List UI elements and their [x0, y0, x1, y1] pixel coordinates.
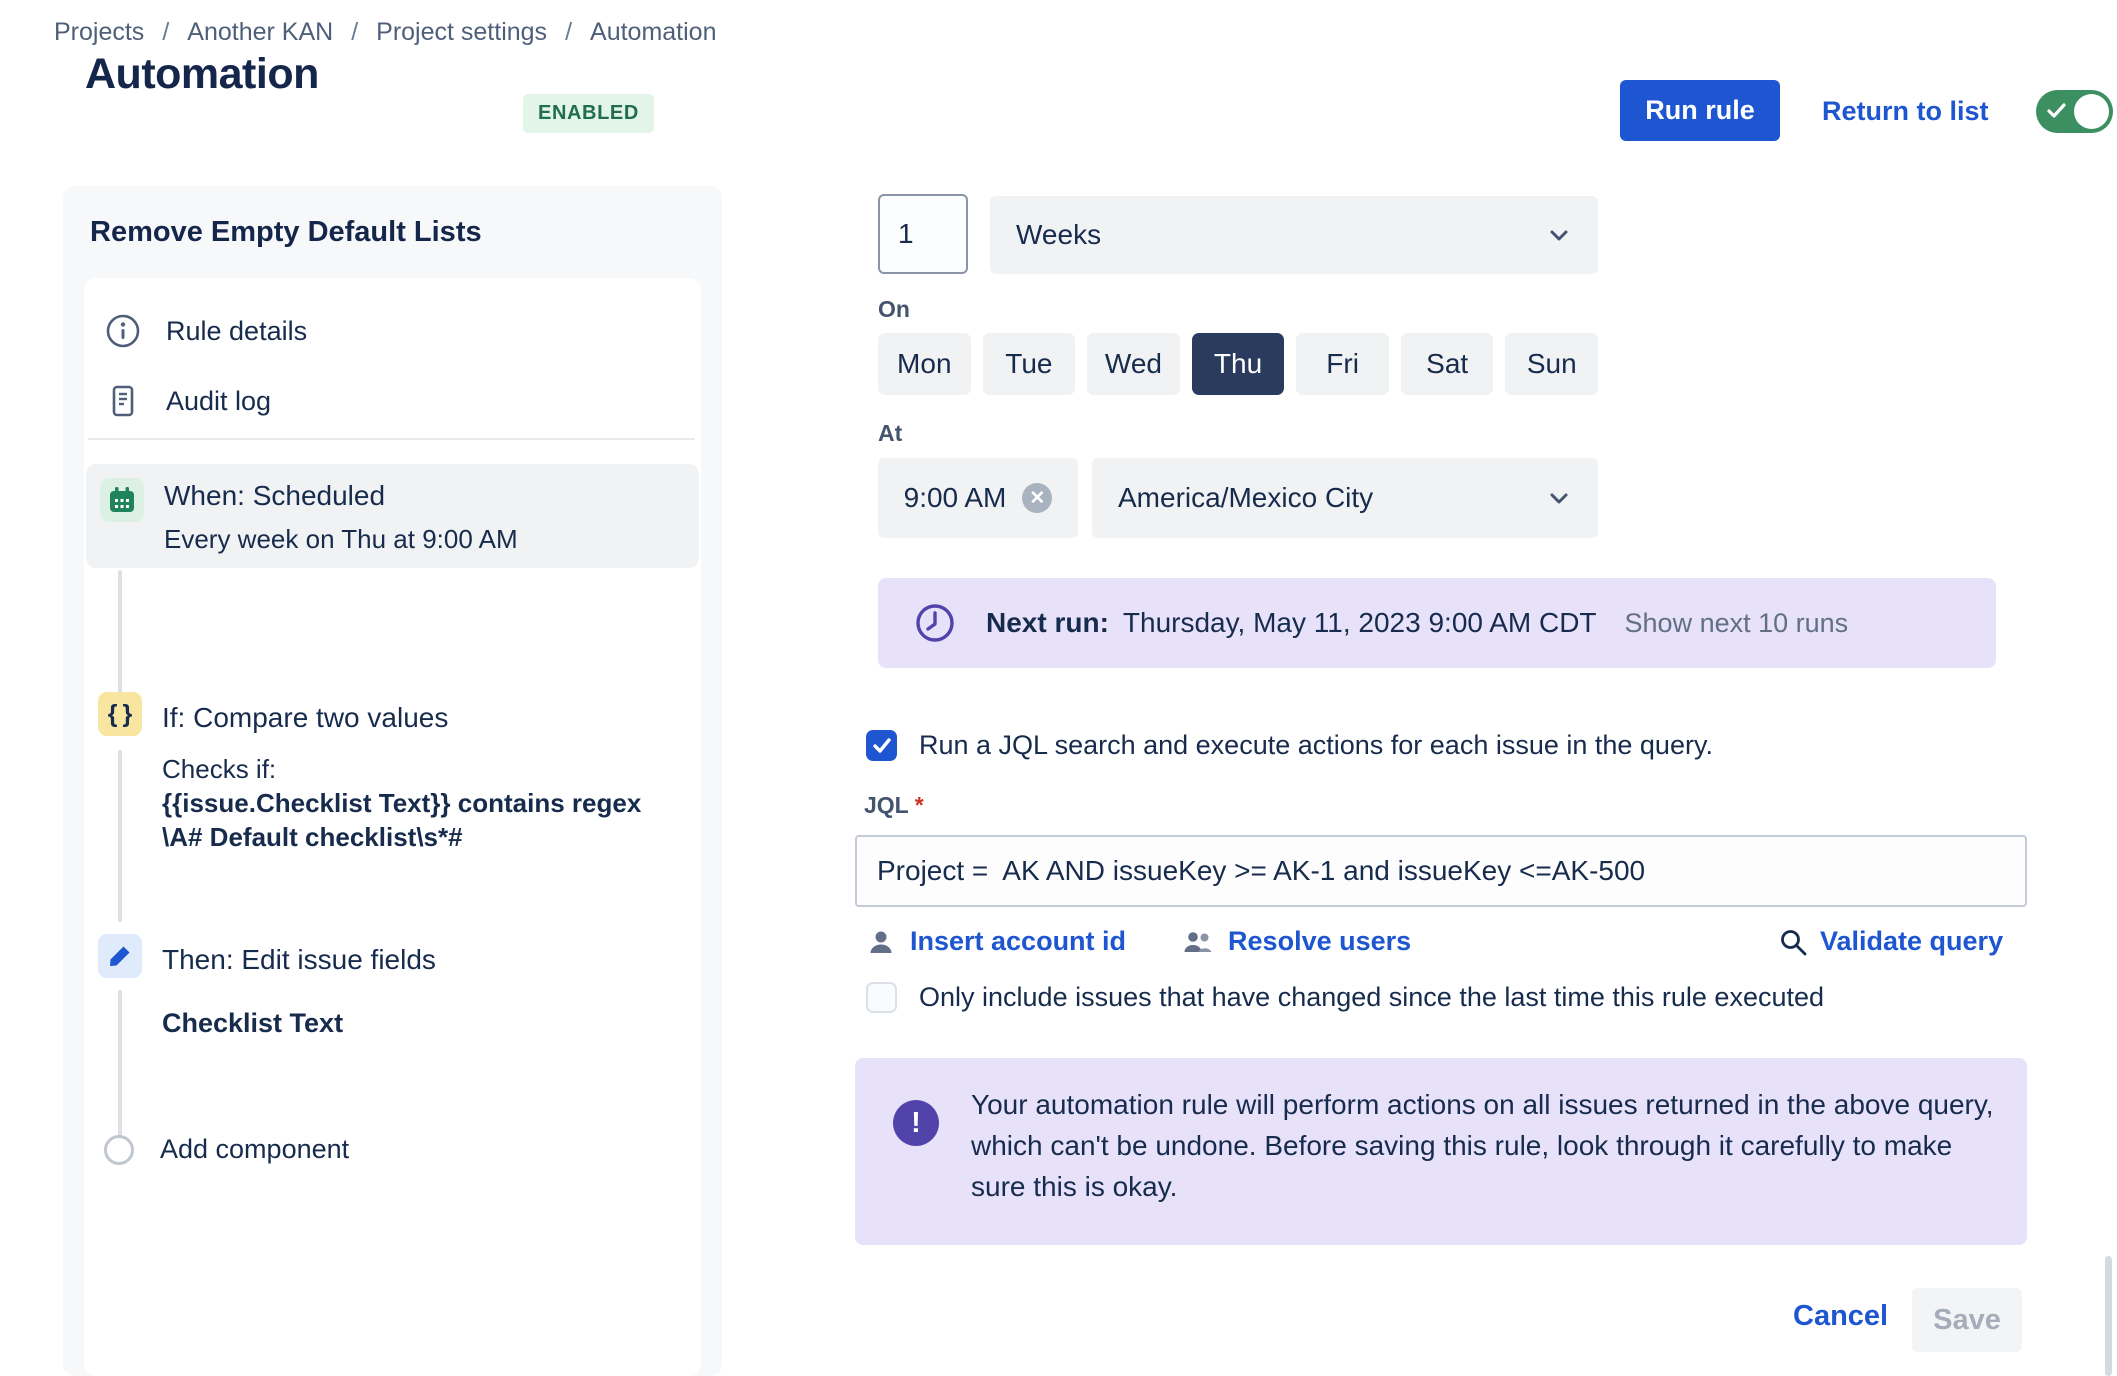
step-if-title[interactable]: If: Compare two values	[162, 702, 448, 734]
insert-account-id-label: Insert account id	[910, 926, 1126, 957]
next-run-label: Next run:	[986, 607, 1109, 639]
day-of-week-selector: Mon Tue Wed Thu Fri Sat Sun	[878, 333, 1598, 395]
warning-text: Your automation rule will perform action…	[971, 1084, 2001, 1207]
status-badge: ENABLED	[523, 94, 654, 133]
step-connector	[118, 570, 122, 698]
chevron-down-icon	[1546, 485, 1572, 511]
person-icon	[866, 927, 896, 957]
day-button-sat[interactable]: Sat	[1401, 333, 1494, 395]
step-then-icon-block	[98, 934, 142, 978]
divider	[88, 438, 695, 440]
jql-query-input[interactable]	[855, 835, 2027, 907]
rule-steps-card: Rule details Audit log	[84, 278, 701, 1376]
sidebar-item-audit-log[interactable]: Audit log	[104, 382, 271, 420]
info-icon	[104, 312, 142, 350]
exclamation-icon: !	[893, 1100, 939, 1146]
timezone-value: America/Mexico City	[1118, 482, 1373, 514]
then-field-name: Checklist Text	[162, 1008, 343, 1039]
day-button-wed[interactable]: Wed	[1087, 333, 1180, 395]
jql-search-checkbox-label: Run a JQL search and execute actions for…	[919, 730, 1713, 761]
breadcrumb-project[interactable]: Another KAN	[187, 18, 333, 47]
rule-name: Remove Empty Default Lists	[90, 216, 482, 249]
breadcrumb-separator: /	[565, 18, 572, 47]
sidebar-item-label: Audit log	[166, 386, 271, 417]
jql-search-checkbox-row[interactable]: Run a JQL search and execute actions for…	[866, 730, 1713, 761]
step-when-subtitle: Every week on Thu at 9:00 AM	[164, 524, 518, 555]
day-button-mon[interactable]: Mon	[878, 333, 971, 395]
step-when-title: When: Scheduled	[164, 480, 385, 512]
breadcrumb-separator: /	[162, 18, 169, 47]
interval-unit-value: Weeks	[1016, 219, 1101, 251]
on-label: On	[878, 296, 910, 323]
checkbox-checked-icon[interactable]	[866, 730, 897, 761]
next-run-value: Thursday, May 11, 2023 9:00 AM CDT	[1123, 607, 1597, 639]
day-button-sun[interactable]: Sun	[1505, 333, 1598, 395]
clear-time-icon[interactable]: ✕	[1022, 483, 1052, 513]
next-run-banner: Next run: Thursday, May 11, 2023 9:00 AM…	[878, 578, 1996, 668]
clock-icon	[914, 602, 956, 644]
step-connector	[118, 750, 122, 922]
breadcrumb-automation[interactable]: Automation	[590, 18, 716, 47]
rule-sidebar: Remove Empty Default Lists Rule details …	[63, 186, 722, 1376]
step-connector	[118, 990, 122, 1138]
insert-account-id-link[interactable]: Insert account id	[866, 926, 1126, 957]
jql-label-text: JQL	[864, 792, 909, 819]
step-if-icon-block: { }	[98, 692, 142, 736]
day-button-fri[interactable]: Fri	[1296, 333, 1389, 395]
condition-intro: Checks if:	[162, 754, 276, 785]
cancel-button[interactable]: Cancel	[1793, 1300, 1888, 1333]
audit-log-icon	[104, 382, 142, 420]
checkbox-unchecked-icon[interactable]	[866, 982, 897, 1013]
breadcrumb-projects[interactable]: Projects	[54, 18, 144, 47]
warning-banner: ! Your automation rule will perform acti…	[855, 1058, 2027, 1245]
show-next-runs-link[interactable]: Show next 10 runs	[1625, 608, 1849, 639]
page-title: Automation	[85, 50, 319, 99]
step-when-scheduled[interactable]: When: Scheduled Every week on Thu at 9:0…	[86, 464, 699, 568]
save-button[interactable]: Save	[1912, 1288, 2022, 1352]
search-icon	[1778, 927, 1808, 957]
changed-only-checkbox-label: Only include issues that have changed si…	[919, 982, 1824, 1013]
pencil-icon	[107, 943, 133, 969]
interval-unit-select[interactable]: Weeks	[990, 196, 1598, 274]
rule-enabled-toggle[interactable]	[2036, 90, 2113, 133]
changed-only-checkbox-row[interactable]: Only include issues that have changed si…	[866, 982, 1824, 1013]
add-component-button[interactable]: Add component	[104, 1134, 349, 1165]
condition-text: {{issue.Checklist Text}} contains regex …	[162, 786, 642, 854]
breadcrumb: Projects / Another KAN / Project setting…	[54, 18, 716, 47]
calendar-icon	[108, 486, 136, 514]
braces-icon: { }	[108, 700, 132, 729]
at-label: At	[878, 420, 902, 447]
automation-rule-page: Projects / Another KAN / Project setting…	[0, 0, 2117, 1376]
check-icon	[2046, 101, 2068, 121]
run-rule-button[interactable]: Run rule	[1620, 80, 1780, 141]
resolve-users-label: Resolve users	[1228, 926, 1411, 957]
add-component-label: Add component	[160, 1134, 349, 1165]
day-button-tue[interactable]: Tue	[983, 333, 1076, 395]
jql-field-label: JQL *	[864, 792, 924, 819]
breadcrumb-separator: /	[351, 18, 358, 47]
toggle-knob	[2074, 94, 2109, 129]
step-then-title[interactable]: Then: Edit issue fields	[162, 944, 436, 976]
timezone-select[interactable]: America/Mexico City	[1092, 458, 1598, 538]
resolve-users-link[interactable]: Resolve users	[1182, 926, 1411, 957]
add-component-circle-icon	[104, 1135, 134, 1165]
time-value: 9:00 AM	[904, 482, 1007, 514]
required-marker: *	[915, 792, 924, 819]
time-select[interactable]: 9:00 AM ✕	[878, 458, 1078, 538]
validate-query-link[interactable]: Validate query	[1778, 926, 2003, 957]
day-button-thu[interactable]: Thu	[1192, 333, 1285, 395]
people-icon	[1182, 927, 1214, 957]
sidebar-item-label: Rule details	[166, 316, 307, 347]
breadcrumb-project-settings[interactable]: Project settings	[376, 18, 547, 47]
scrollbar-thumb[interactable]	[2105, 1256, 2112, 1376]
jql-helper-links: Insert account id Resolve users	[866, 926, 1411, 957]
interval-value-input[interactable]	[878, 194, 968, 274]
return-to-list-link[interactable]: Return to list	[1822, 96, 1989, 127]
chevron-down-icon	[1546, 222, 1572, 248]
sidebar-item-rule-details[interactable]: Rule details	[104, 312, 307, 350]
validate-query-label: Validate query	[1820, 926, 2003, 957]
